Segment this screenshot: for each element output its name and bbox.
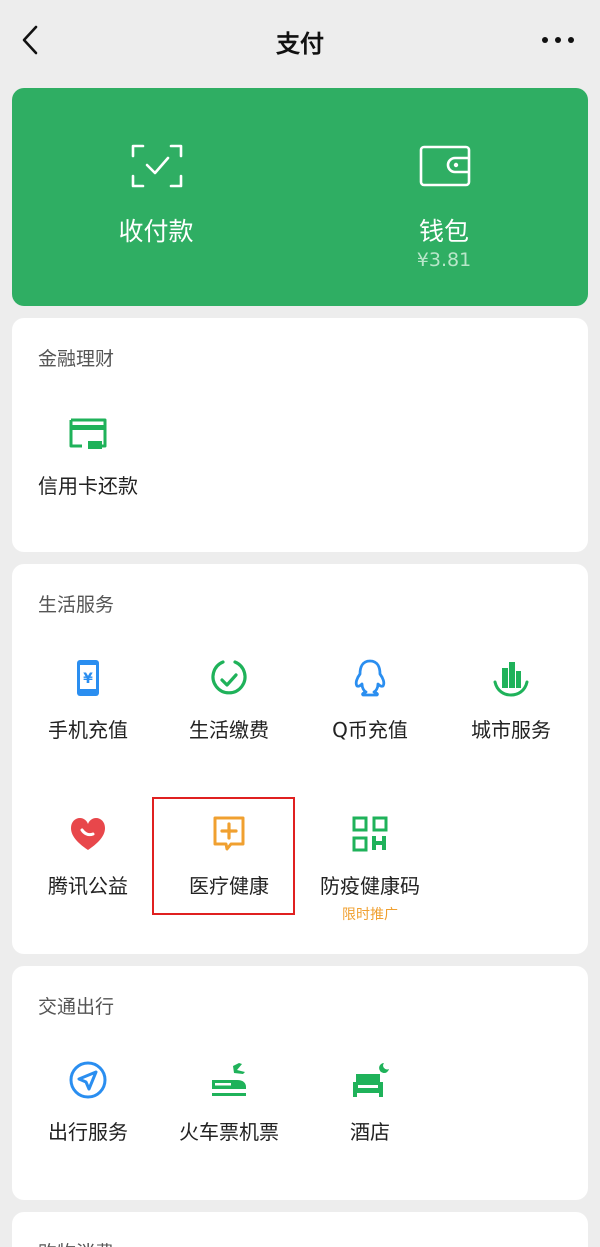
section-title: 生活服务 bbox=[38, 594, 115, 616]
section-title: 购物消费 bbox=[38, 1238, 114, 1247]
grid-item-label: 生活缴费 bbox=[189, 718, 269, 742]
grid-item-label: 防疫健康码 bbox=[320, 874, 420, 898]
health-qr-code-icon bbox=[352, 816, 388, 852]
wallet-icon bbox=[419, 145, 471, 187]
section-title: 金融理财 bbox=[38, 348, 115, 370]
grid-item-label: Q币充值 bbox=[332, 718, 408, 742]
hotel-bed-icon bbox=[353, 1063, 389, 1097]
wallet-button[interactable]: 钱包 ¥3.81 bbox=[300, 88, 588, 306]
more-options-icon[interactable] bbox=[540, 34, 576, 46]
city-service-button[interactable]: 城市服务 bbox=[441, 658, 581, 778]
wallet-balance: ¥3.81 bbox=[416, 249, 472, 271]
grid-item-label: 手机充值 bbox=[48, 718, 128, 742]
payment-hero-card: 收付款 钱包 ¥3.81 bbox=[12, 88, 588, 306]
promo-badge: 限时推广 bbox=[342, 907, 398, 923]
page-title: 支付 bbox=[276, 30, 324, 58]
grid-item-label: 出行服务 bbox=[48, 1120, 128, 1144]
shopping-section: 购物消费 bbox=[12, 1212, 588, 1247]
life-services-section: 生活服务 ¥ 手机充值 生活缴费 Q币充值 城市服务 腾讯公益 医疗健康 防疫健… bbox=[12, 564, 588, 954]
grid-item-label: 腾讯公益 bbox=[48, 874, 128, 898]
receive-pay-label: 收付款 bbox=[118, 217, 194, 246]
utility-bill-icon bbox=[211, 660, 247, 695]
payment-page: 支付 收付款 钱包 ¥3.81 金融理财 信用卡还款 生活服务 ¥ 手机充值 生… bbox=[0, 0, 600, 1247]
hotel-button[interactable]: 酒店 bbox=[300, 1060, 440, 1180]
train-plane-ticket-icon bbox=[212, 1063, 246, 1096]
travel-service-button[interactable]: 出行服务 bbox=[18, 1060, 158, 1180]
receive-pay-button[interactable]: 收付款 bbox=[12, 88, 300, 306]
grid-item-label: 酒店 bbox=[350, 1120, 390, 1144]
grid-item-label: 城市服务 bbox=[471, 718, 551, 742]
charity-heart-icon bbox=[71, 818, 105, 850]
phone-recharge-button[interactable]: ¥ 手机充值 bbox=[18, 658, 158, 778]
qq-coin-icon bbox=[354, 659, 386, 697]
qq-coin-recharge-button[interactable]: Q币充值 bbox=[300, 658, 440, 778]
utility-bill-button[interactable]: 生活缴费 bbox=[159, 658, 299, 778]
tencent-charity-button[interactable]: 腾讯公益 bbox=[18, 814, 158, 934]
scan-check-icon bbox=[131, 144, 183, 188]
credit-card-repay-button[interactable]: 信用卡还款 bbox=[18, 414, 158, 534]
credit-card-icon bbox=[69, 418, 107, 449]
wallet-label: 钱包 bbox=[418, 217, 469, 246]
section-title: 交通出行 bbox=[38, 996, 115, 1018]
grid-item-label: 火车票机票 bbox=[179, 1120, 279, 1144]
highlight-box bbox=[152, 797, 295, 915]
nav-bar: 支付 bbox=[0, 0, 600, 84]
grid-item-label: 信用卡还款 bbox=[38, 474, 138, 498]
train-plane-ticket-button[interactable]: 火车票机票 bbox=[159, 1060, 299, 1180]
phone-recharge-icon: ¥ bbox=[77, 660, 99, 696]
city-service-icon bbox=[493, 662, 529, 697]
transport-section: 交通出行 出行服务 火车票机票 酒店 bbox=[12, 966, 588, 1200]
finance-section: 金融理财 信用卡还款 bbox=[12, 318, 588, 552]
travel-navigation-icon bbox=[69, 1061, 107, 1099]
health-code-button[interactable]: 防疫健康码 限时推广 bbox=[300, 814, 440, 934]
svg-text:¥: ¥ bbox=[83, 671, 93, 687]
